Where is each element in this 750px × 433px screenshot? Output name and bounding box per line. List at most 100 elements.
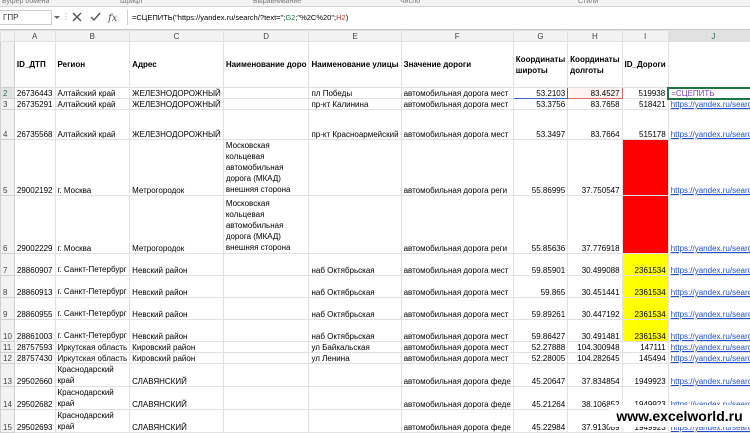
cell-e[interactable]: пл Победы [309,88,401,99]
cell-j[interactable]: https://yandex.ru/search [668,342,750,353]
cell-f[interactable]: автомобильная дорога феде [401,410,513,433]
cell-b[interactable]: Иркутская область [55,342,130,353]
cell-b[interactable]: г. Санкт-Петербург [55,276,130,298]
column-header-b[interactable]: B [55,31,130,42]
cell-j[interactable]: https://yandex.ru/search [668,353,750,364]
cell-i[interactable]: 2361534 [622,320,668,342]
cell-f[interactable]: автомобильная дорога мест [401,342,513,353]
row-header[interactable]: 2 [1,88,15,99]
row-header[interactable]: 7 [1,254,15,276]
cell-h[interactable]: 104.300948 [568,342,622,353]
cell-e[interactable]: ул Байкальская [309,342,401,353]
cell-c[interactable]: Метрогородок [130,196,224,254]
cell-c[interactable]: Кировский район [130,353,224,364]
cell-b[interactable]: Краснодарский край [55,387,130,410]
cell-c[interactable]: СЛАВЯНСКИЙ [130,364,224,387]
row-header[interactable]: 15 [1,410,15,433]
cell-g[interactable]: 53.3756 [513,99,567,110]
cell-d[interactable]: Московская кольцевая автомобильная дорог… [223,196,309,254]
cell-a[interactable]: 28861003 [14,320,55,342]
cell-g[interactable]: 45.20647 [513,364,567,387]
cell-a[interactable]: 28860955 [14,298,55,320]
cell-f[interactable]: автомобильная дорога мест [401,353,513,364]
cell-e[interactable]: наб Октябрьская [309,298,401,320]
cell-i[interactable]: 518421 [622,99,668,110]
cell-j[interactable]: https://yandex.ru/search [668,99,750,110]
cell-c[interactable]: ЖЕЛЕЗНОДОРОЖНЫЙ [130,99,224,110]
cell-c[interactable]: Метрогородок [130,140,224,196]
column-header-e[interactable]: E [309,31,401,42]
cell-e[interactable]: пр-кт Калинина [309,99,401,110]
cell-d[interactable] [223,254,309,276]
column-header-h[interactable]: H [568,31,622,42]
cell-c[interactable]: Невский район [130,298,224,320]
formula-input[interactable]: =СЦЕПИТЬ("https://yandex.ru/search/?text… [127,10,749,25]
header-cell[interactable] [668,42,750,88]
cell-h[interactable]: 30.451441 [568,276,622,298]
header-cell[interactable]: ID_ДТП [14,42,55,88]
cell-f[interactable]: автомобильная дорога мест [401,110,513,140]
cell-c[interactable]: ЖЕЛЕЗНОДОРОЖНЫЙ [130,88,224,99]
cell-d[interactable] [223,410,309,433]
row-header[interactable]: 5 [1,140,15,196]
cell-i[interactable]: 147111 [622,342,668,353]
row-header[interactable]: 11 [1,342,15,353]
header-cell[interactable]: Наименование улицы [309,42,401,88]
cell-a[interactable]: 28757430 [14,353,55,364]
cell-f[interactable]: автомобильная дорога реги [401,196,513,254]
cell-f[interactable]: автомобильная дорога мест [401,88,513,99]
cell-b[interactable]: Краснодарский край [55,410,130,433]
cell-h[interactable]: 83.4527 [568,88,622,99]
cell-d[interactable] [223,353,309,364]
cell-b[interactable]: г. Санкт-Петербург [55,320,130,342]
cell-d[interactable] [223,110,309,140]
cell-b[interactable]: Иркутская область [55,353,130,364]
row-header-1[interactable] [1,42,15,88]
row-header[interactable]: 9 [1,298,15,320]
cell-i[interactable]: 519938 [622,88,668,99]
cell-j[interactable]: =СЦЕПИТЬ [668,88,750,99]
cell-b[interactable]: Краснодарский край [55,364,130,387]
cell-b[interactable]: г. Санкт-Петербург [55,298,130,320]
cell-b[interactable]: г. Москва [55,140,130,196]
cell-e[interactable] [309,387,401,410]
cell-d[interactable] [223,364,309,387]
cell-h[interactable]: 30.447192 [568,298,622,320]
row-header[interactable]: 14 [1,387,15,410]
select-all-corner[interactable] [1,31,15,42]
header-cell[interactable]: ID_Дороги [622,42,668,88]
row-header[interactable]: 12 [1,353,15,364]
cell-a[interactable]: 29502693 [14,410,55,433]
cell-g[interactable]: 59.89261 [513,298,567,320]
header-cell[interactable]: Адрес [130,42,224,88]
cell-i[interactable]: 2361534 [622,276,668,298]
row-header[interactable]: 8 [1,276,15,298]
enter-check-icon[interactable] [88,10,102,24]
column-header-a[interactable]: A [14,31,55,42]
cell-d[interactable] [223,276,309,298]
cell-c[interactable]: Кировский район [130,342,224,353]
cell-c[interactable]: СЛАВЯНСКИЙ [130,410,224,433]
cell-j[interactable]: https://yandex.ru/search [668,364,750,387]
cell-a[interactable]: 29002229 [14,196,55,254]
cell-h[interactable]: 83.7664 [568,110,622,140]
cell-g[interactable]: 45.22984 [513,410,567,433]
cell-g[interactable]: 59.86427 [513,320,567,342]
cell-f[interactable]: автомобильная дорога мест [401,254,513,276]
cancel-icon[interactable] [70,10,84,24]
column-header-j[interactable]: J [668,31,750,42]
cell-f[interactable]: автомобильная дорога феде [401,387,513,410]
name-box[interactable]: ГПР [0,10,52,25]
insert-function-icon[interactable]: fx [106,10,120,24]
column-header-i[interactable]: I [622,31,668,42]
cell-j[interactable]: https://yandex.ru/search [668,110,750,140]
cell-f[interactable]: автомобильная дорога мест [401,320,513,342]
column-header-f[interactable]: F [401,31,513,42]
cell-i[interactable]: 145494 [622,353,668,364]
cell-e[interactable]: ул Ленина [309,353,401,364]
row-header[interactable]: 13 [1,364,15,387]
cell-d[interactable] [223,342,309,353]
cell-e[interactable] [309,364,401,387]
cell-i[interactable] [622,196,668,254]
cell-i[interactable]: 2361534 [622,254,668,276]
